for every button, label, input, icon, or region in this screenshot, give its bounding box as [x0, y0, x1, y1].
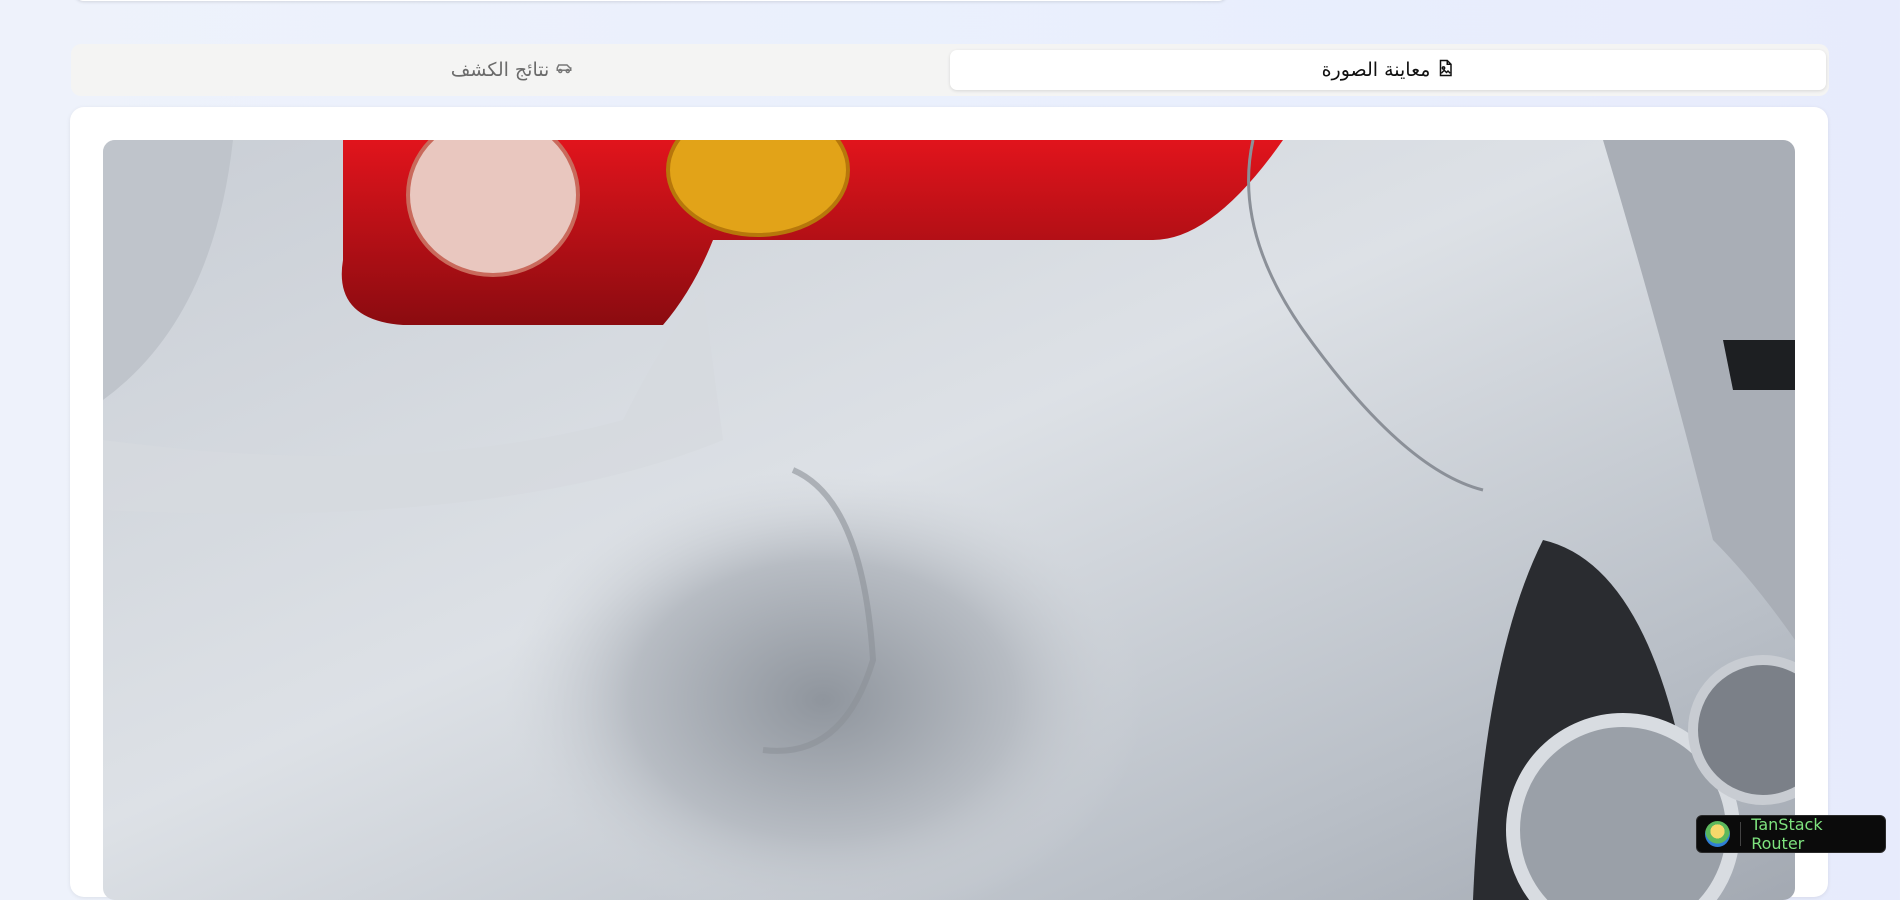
divider	[1740, 822, 1742, 846]
tab-detection-results[interactable]: نتائج الكشف	[74, 50, 950, 90]
uploaded-image-preview	[103, 140, 1795, 900]
tab-bar: معاينة الصورة نتائج الكشف	[71, 44, 1829, 96]
tanstack-router-devtools-button[interactable]: TanStack Router	[1696, 815, 1886, 853]
tab-image-preview[interactable]: معاينة الصورة	[950, 50, 1826, 90]
car-icon	[555, 59, 573, 82]
devtools-label: TanStack Router	[1751, 815, 1823, 853]
tab-label: نتائج الكشف	[450, 59, 550, 81]
top-card-edge	[74, 0, 1228, 1]
tanstack-logo-icon	[1705, 821, 1731, 847]
tab-label: معاينة الصورة	[1321, 59, 1431, 81]
image-panel	[70, 107, 1828, 900]
file-image-icon	[1436, 59, 1454, 82]
